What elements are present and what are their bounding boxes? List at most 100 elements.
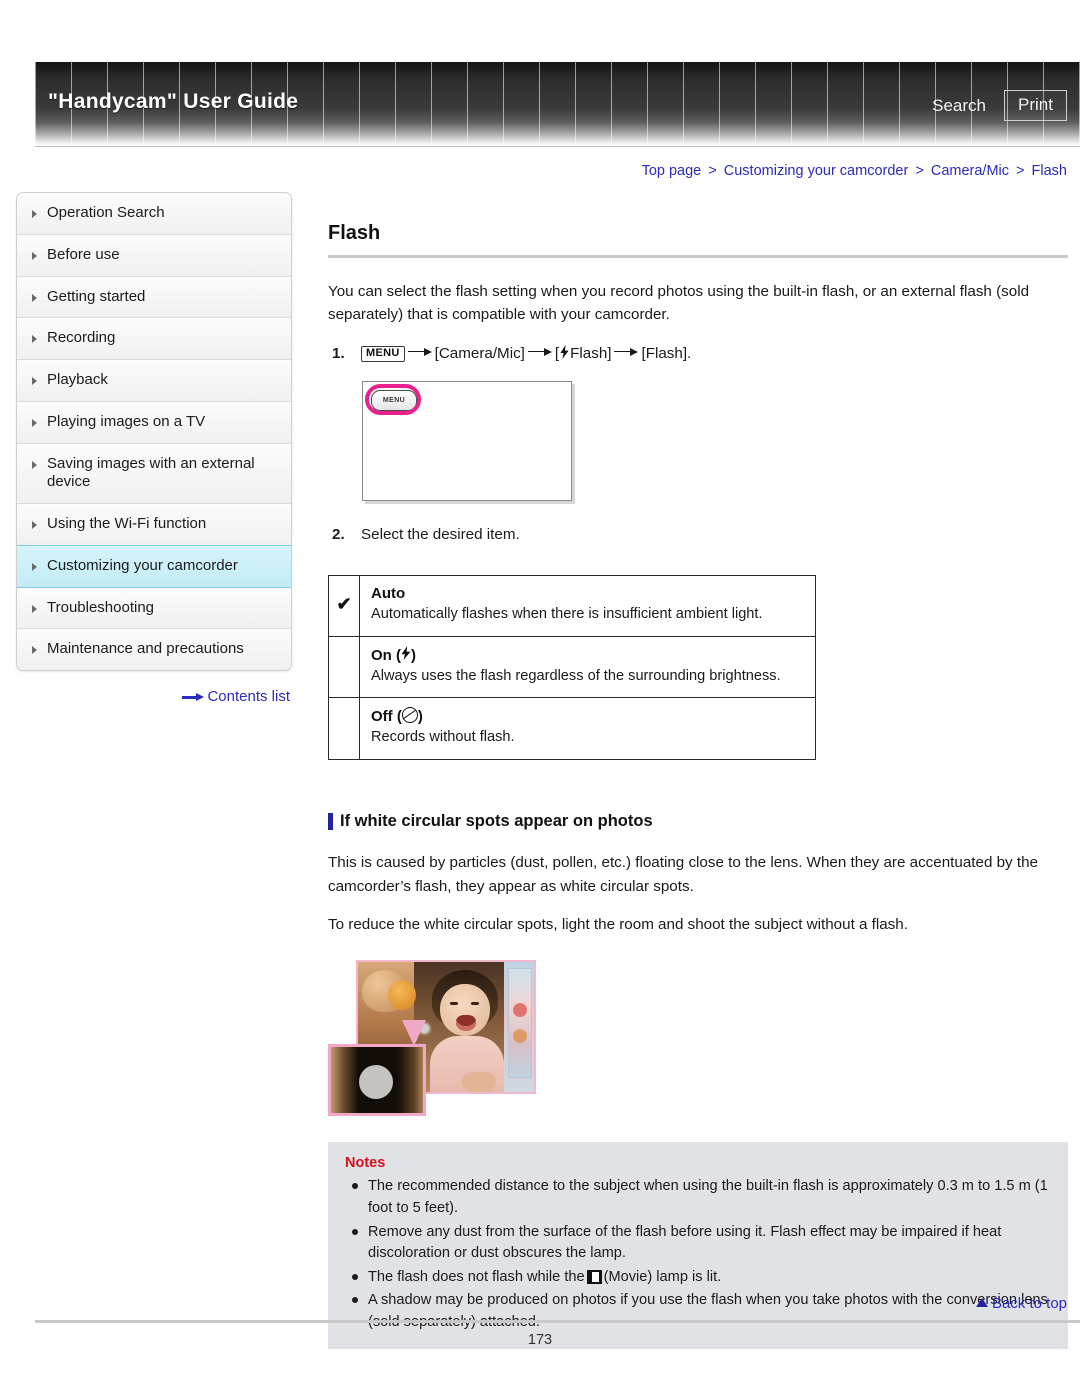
- sidebar-item-customizing-your-camcorder[interactable]: Customizing your camcorder: [17, 544, 291, 588]
- sidebar-item-maintenance-and-precautions[interactable]: Maintenance and precautions: [17, 629, 291, 670]
- breadcrumb-item-top-page[interactable]: Top page: [642, 163, 702, 179]
- option-description: Always uses the flash regardless of the …: [371, 667, 781, 684]
- photo-child-hand: [462, 1072, 496, 1093]
- back-to-top-link[interactable]: Back to top: [975, 1295, 1067, 1312]
- step-1-bracket-open: [: [554, 344, 560, 362]
- note-text-after: (Movie) lamp is lit.: [603, 1268, 722, 1285]
- title-divider: [328, 255, 1068, 258]
- bullet-icon: [352, 1228, 358, 1235]
- chevron-right-icon: [32, 646, 37, 655]
- chevron-right-icon: [32, 604, 37, 613]
- print-button[interactable]: Print: [1004, 90, 1067, 121]
- note-item: Remove any dust from the surface of the …: [345, 1222, 1051, 1265]
- heading-accent-bar: [328, 812, 333, 830]
- notes-box: Notes The recommended distance to the su…: [328, 1142, 1068, 1350]
- sidebar-item-saving-images-external-device[interactable]: Saving images with an external device: [17, 443, 291, 504]
- sidebar: Operation Search Before use Getting star…: [16, 192, 292, 705]
- breadcrumb-item-camera-mic[interactable]: Camera/Mic: [931, 163, 1009, 179]
- sidebar-item-label: Using the Wi-Fi function: [47, 515, 207, 532]
- step-1-flash-item: [Flash].: [641, 344, 692, 362]
- sidebar-item-before-use[interactable]: Before use: [17, 234, 291, 277]
- triangle-up-icon: [975, 1298, 988, 1307]
- contents-list-link[interactable]: Contents list: [16, 688, 292, 705]
- contents-list-label: Contents list: [207, 688, 290, 705]
- table-row[interactable]: ✔ Auto Automatically flashes when there …: [328, 575, 816, 637]
- option-name: Off: [371, 708, 393, 726]
- breadcrumb-separator: >: [915, 163, 924, 179]
- step-2-number: 2.: [332, 526, 345, 543]
- chevron-right-icon: [32, 335, 37, 344]
- intro-paragraph: You can select the flash setting when yo…: [328, 283, 1030, 324]
- zoom-connector-triangle: [402, 1020, 426, 1047]
- chevron-right-icon: [32, 460, 37, 469]
- movie-icon: [586, 1269, 602, 1284]
- menu-screen-illustration: MENU: [362, 381, 572, 501]
- sidebar-item-playback[interactable]: Playback: [17, 360, 291, 402]
- highlight-ring: [365, 384, 421, 415]
- breadcrumb-separator: >: [708, 163, 717, 179]
- sidebar-item-label: Recording: [47, 329, 116, 347]
- flash-off-icon: [401, 707, 418, 724]
- note-item: A shadow may be produced on photos if yo…: [345, 1290, 1051, 1333]
- subsection-heading: If white circular spots appear on photos: [328, 812, 1068, 832]
- chevron-right-icon: [32, 521, 37, 529]
- selected-check-icon: [328, 697, 360, 760]
- sidebar-item-using-the-wifi-function[interactable]: Using the Wi-Fi function: [17, 504, 291, 546]
- sidebar-nav-list: Operation Search Before use Getting star…: [16, 192, 292, 671]
- sidebar-item-label: Playing images on a TV: [47, 412, 206, 430]
- note-item: The recommended distance to the subject …: [345, 1176, 1051, 1219]
- photo-child-eye-left: [450, 1002, 458, 1006]
- breadcrumb-item-flash[interactable]: Flash: [1032, 163, 1067, 179]
- chevron-right-icon: [32, 418, 37, 427]
- sidebar-item-getting-started[interactable]: Getting started: [17, 276, 291, 319]
- bullet-icon: [352, 1297, 358, 1304]
- bullet-icon: [352, 1183, 358, 1190]
- sidebar-item-label: Customizing your camcorder: [47, 556, 238, 574]
- arrow-right-icon: [182, 692, 205, 702]
- note-item: The flash does not flash while the (Movie…: [345, 1267, 1051, 1289]
- table-row[interactable]: Off () Records without flash.: [328, 697, 816, 760]
- page-number: 173: [527, 1332, 553, 1348]
- back-to-top-label: Back to top: [991, 1295, 1067, 1312]
- selected-check-icon: [328, 635, 360, 699]
- sidebar-item-recording[interactable]: Recording: [17, 318, 291, 360]
- chevron-right-icon: [32, 293, 37, 302]
- sidebar-item-label: Playback: [47, 371, 108, 388]
- subsection-paragraph-1: This is caused by particles (dust, polle…: [328, 854, 1038, 895]
- arrow-right-icon: [527, 347, 552, 357]
- sidebar-item-label: Operation Search: [47, 204, 165, 221]
- step-2-text: Select the desired item.: [361, 526, 520, 543]
- table-row[interactable]: On () Always uses the flash regardless o…: [328, 635, 816, 699]
- search-link[interactable]: Search: [932, 96, 986, 116]
- footer-divider: [35, 1320, 1080, 1323]
- sidebar-item-troubleshooting[interactable]: Troubleshooting: [17, 587, 291, 630]
- flash-on-icon: [401, 645, 411, 664]
- chevron-right-icon: [32, 377, 37, 385]
- menu-button-icon: MENU: [361, 345, 405, 363]
- note-text: A shadow may be produced on photos if yo…: [368, 1292, 1048, 1330]
- option-description: Automatically flashes when there is insu…: [371, 606, 763, 623]
- bullet-icon: [352, 1273, 358, 1280]
- step-1: 1. MENU [Camera/Mic] [ Flash] [Flash].: [328, 342, 1068, 367]
- subsection-heading-label: If white circular spots appear on photos: [340, 811, 653, 830]
- step-2: 2. Select the desired item.: [328, 523, 1068, 547]
- flash-options-table: ✔ Auto Automatically flashes when there …: [328, 575, 816, 760]
- subsection-paragraph-2: To reduce the white circular spots, ligh…: [328, 916, 908, 934]
- sidebar-item-playing-images-on-a-tv[interactable]: Playing images on a TV: [17, 401, 291, 444]
- photo-poster: [508, 968, 532, 1079]
- step-1-number: 1.: [332, 344, 345, 362]
- photo-child-eye-right: [471, 1002, 479, 1006]
- arrow-right-icon: [407, 347, 432, 357]
- note-text: The recommended distance to the subject …: [368, 1178, 1048, 1216]
- sidebar-item-label: Getting started: [47, 287, 146, 305]
- breadcrumb-separator: >: [1016, 163, 1025, 179]
- breadcrumb-item-customizing[interactable]: Customizing your camcorder: [724, 163, 909, 179]
- sidebar-item-label: Saving images with an external device: [47, 454, 255, 491]
- page-title: Flash: [328, 222, 381, 244]
- white-spots-photo-illustration: [328, 960, 574, 1120]
- selected-check-icon: ✔: [328, 575, 360, 637]
- option-name: Auto: [371, 585, 406, 603]
- sidebar-item-operation-search[interactable]: Operation Search: [17, 193, 291, 235]
- step-1-flash-menu: Flash]: [570, 344, 612, 362]
- step-1-camera-mic: [Camera/Mic]: [434, 344, 525, 362]
